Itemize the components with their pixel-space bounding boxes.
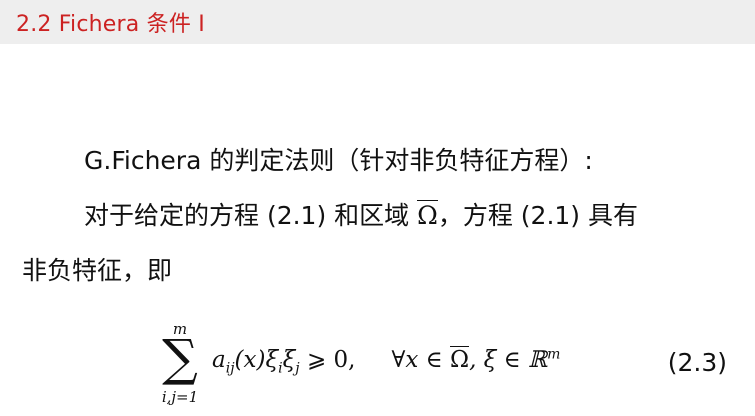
summation: m ∑ i,j=1 xyxy=(150,318,210,416)
omega-closure-symbol: Ω xyxy=(417,200,438,230)
condition-text-a: 对于给定的方程 (2.1) 和区域 xyxy=(84,201,418,230)
relation-geq-zero: ⩾ 0, xyxy=(299,347,356,373)
equation-number: (2.3) xyxy=(667,348,727,377)
rule-heading: G.Fichera 的判定法则（针对非负特征方程）: xyxy=(84,146,593,175)
paragraph-continuation: 非负特征，即 xyxy=(22,251,742,287)
equation-2-3: m ∑ i,j=1 aij(x)ξiξj ⩾ 0, ∀x ∈ Ω, ξ ∈ ℝm … xyxy=(0,318,755,416)
paragraph-condition: 对于给定的方程 (2.1) 和区域 Ω，方程 (2.1) 具有 xyxy=(22,196,755,232)
coeff-a-subscript: ij xyxy=(225,360,235,377)
slide-title-bar: 2.2 Fichera 条件 I xyxy=(0,0,755,44)
equation-expression: aij(x)ξiξj ⩾ 0, ∀x ∈ Ω, ξ ∈ ℝm xyxy=(212,346,560,377)
sum-lower-limit: i,j=1 xyxy=(161,388,199,406)
omega-closure-in-equation: Ω xyxy=(449,346,470,373)
sigma-symbol: ∑ xyxy=(162,329,198,387)
expr-xi: ξ xyxy=(282,347,296,373)
slide-title: 2.2 Fichera 条件 I xyxy=(16,12,205,37)
xi-in-reals: , ξ ∈ ℝ xyxy=(469,347,548,373)
reals-exponent: m xyxy=(547,346,561,363)
expr-x-xi: (x)ξ xyxy=(234,347,279,373)
paragraph-fichera-rule: G.Fichera 的判定法则（针对非负特征方程）: xyxy=(22,141,755,177)
forall-x-in: ∀x ∈ xyxy=(391,347,450,373)
condition-text-b: ，方程 (2.1) 具有 xyxy=(437,201,639,230)
coeff-a: a xyxy=(212,347,226,373)
continuation-text: 非负特征，即 xyxy=(22,256,173,285)
